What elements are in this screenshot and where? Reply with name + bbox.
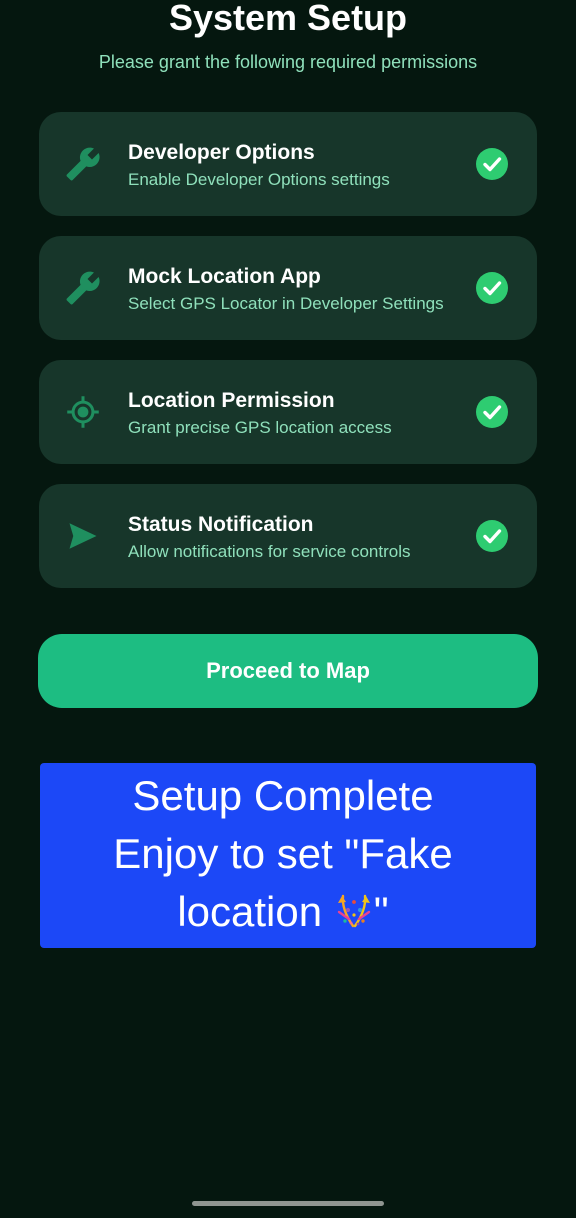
permission-description: Allow notifications for service controls xyxy=(128,542,411,561)
page-subtitle: Please grant the following required perm… xyxy=(98,52,478,72)
setup-complete-banner: Setup Complete Enjoy to set "Fake locati… xyxy=(40,763,536,948)
banner-line-1: Setup Complete xyxy=(132,772,434,819)
banner-line-3-text: location xyxy=(177,888,334,935)
permission-card-notification[interactable]: Status Notification Allow notifications … xyxy=(39,484,537,588)
location-crosshair-icon xyxy=(65,394,101,430)
check-circle-icon xyxy=(476,272,508,304)
proceed-to-map-button[interactable]: Proceed to Map xyxy=(38,634,538,708)
banner-line-3-end: " xyxy=(373,888,389,935)
check-circle-icon xyxy=(476,396,508,428)
banner-line-3: location " xyxy=(40,883,526,945)
permission-title: Developer Options xyxy=(128,141,315,164)
wrench-icon xyxy=(65,146,101,182)
permission-title: Status Notification xyxy=(128,513,314,536)
permission-title: Location Permission xyxy=(128,389,335,412)
permission-description: Select GPS Locator in Developer Settings xyxy=(128,294,444,313)
permission-description: Enable Developer Options settings xyxy=(128,170,390,189)
wrench-icon xyxy=(65,270,101,306)
permission-card-developer-options[interactable]: Developer Options Enable Developer Optio… xyxy=(39,112,537,216)
permission-card-mock-location[interactable]: Mock Location App Select GPS Locator in … xyxy=(39,236,537,340)
home-indicator[interactable] xyxy=(192,1201,384,1206)
check-circle-icon xyxy=(476,520,508,552)
page-title: System Setup xyxy=(168,0,408,38)
permission-description: Grant precise GPS location access xyxy=(128,418,392,437)
permission-title: Mock Location App xyxy=(128,265,321,288)
send-arrow-icon xyxy=(65,518,101,554)
permission-card-location[interactable]: Location Permission Grant precise GPS lo… xyxy=(39,360,537,464)
banner-line-2: Enjoy to set "Fake xyxy=(113,830,453,877)
check-circle-icon xyxy=(476,148,508,180)
party-confetti-icon xyxy=(334,887,374,945)
